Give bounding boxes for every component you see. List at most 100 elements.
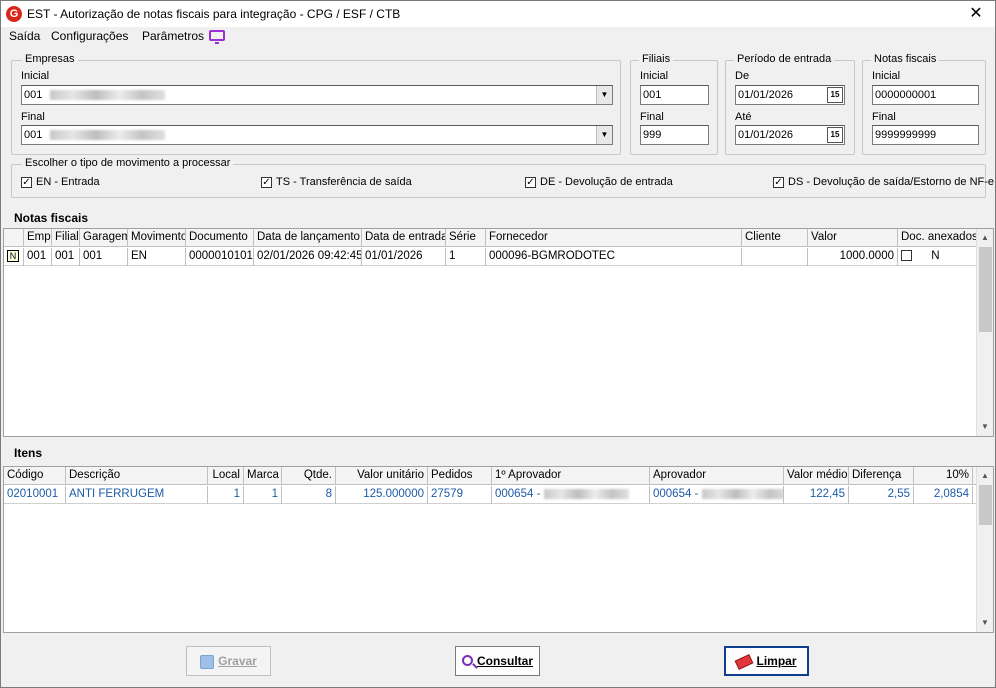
limpar-button[interactable]: Limpar [724,646,809,676]
eraser-icon [735,653,754,670]
col-header-fornecedor[interactable]: Fornecedor [486,229,742,247]
notas-table-row[interactable]: N 001 001 001 EN 0000010101 02/01/2026 0… [4,248,977,266]
col-header-emp[interactable]: Emp [24,229,52,247]
redacted-name [544,488,630,499]
calendar-icon[interactable]: 15 [827,87,843,103]
notas-grid: Emp Filial Garagem Movimento Documento D… [3,228,994,437]
check-icon[interactable]: ✓ [773,176,784,188]
cell-local[interactable]: 1 [208,486,244,504]
col-header-aprovador[interactable]: Aprovador [650,467,784,485]
scroll-down-icon[interactable]: ▼ [977,615,993,631]
cell-marca[interactable]: 1 [244,486,282,504]
col-header-pct[interactable]: 10% [914,467,973,485]
cell-descricao[interactable]: ANTI FERRUGEM [66,486,208,504]
checkbox-de[interactable]: ✓ DE - Devolução de entrada [525,176,673,188]
cell-codigo[interactable]: 02010001 [4,486,66,504]
close-icon[interactable]: ✕ [961,3,991,25]
consultar-button[interactable]: Consultar [455,646,540,676]
check-icon[interactable]: ✓ [525,176,536,188]
filial-final-input[interactable]: 999 [640,125,709,145]
calendar-icon[interactable]: 15 [827,127,843,143]
nota-final-input[interactable]: 9999999999 [872,125,979,145]
cell-doc-anexados[interactable]: N [898,248,977,266]
cell-valor-unitario[interactable]: 125.000000 [336,486,428,504]
col-header-codigo[interactable]: Código [4,467,66,485]
cell-valor[interactable]: 1000.0000 [808,248,898,266]
search-icon [461,655,473,667]
redacted-name [50,90,166,101]
cell-documento[interactable]: 0000010101 [186,248,254,266]
col-header-1o-aprovador[interactable]: 1º Aprovador [492,467,650,485]
col-header-data-entrada[interactable]: Data de entrada [362,229,446,247]
col-header-filial[interactable]: Filial [52,229,80,247]
col-header-pedidos[interactable]: Pedidos [428,467,492,485]
col-header-movimento[interactable]: Movimento [128,229,186,247]
col-header-valor-unitario[interactable]: Valor unitário [336,467,428,485]
nota-inicial-input[interactable]: 0000000001 [872,85,979,105]
cell-cliente[interactable] [742,248,808,266]
cell-fornecedor[interactable]: 000096-BGMRODOTEC [486,248,742,266]
scroll-down-icon[interactable]: ▼ [977,419,993,435]
chevron-down-icon[interactable]: ▼ [596,86,612,104]
checkbox-en[interactable]: ✓ EN - Entrada [21,176,100,188]
checkbox-ts[interactable]: ✓ TS - Transferência de saída [261,176,412,188]
scroll-up-icon[interactable]: ▲ [977,230,993,246]
notas-scrollbar[interactable]: ▲ ▼ [976,229,993,436]
menu-parametros[interactable]: Parâmetros [142,29,204,43]
scroll-thumb[interactable] [979,247,992,332]
check-icon[interactable]: ✓ [261,176,272,188]
col-header-data-lancamento[interactable]: Data de lançamento [254,229,362,247]
col-header-descricao[interactable]: Descrição [66,467,208,485]
gravar-button[interactable]: Gravar [186,646,271,676]
col-header-serie[interactable]: Série [446,229,486,247]
filial-inicial-input[interactable]: 001 [640,85,709,105]
doc-anexados-checkbox[interactable] [901,250,912,262]
scroll-thumb[interactable] [979,485,992,525]
empresa-final-select[interactable]: 001 ▼ [21,125,613,145]
empresa-inicial-select[interactable]: 001 ▼ [21,85,613,105]
filiais-legend: Filiais [639,53,674,65]
cell-data-entrada[interactable]: 01/01/2026 [362,248,446,266]
col-header-marca[interactable]: Marca [244,467,282,485]
cell-valor-medio[interactable]: 122,45 [784,486,849,504]
periodo-ate-input[interactable]: 01/01/2026 15 [735,125,845,145]
cell-garagem[interactable]: 001 [80,248,128,266]
cell-pedidos[interactable]: 27579 [428,486,492,504]
col-header-local[interactable]: Local [208,467,244,485]
cell-filial[interactable]: 001 [52,248,80,266]
monitor-icon[interactable] [209,30,225,44]
checkbox-ds[interactable]: ✓ DS - Devolução de saída/Estorno de NF-e [773,176,994,188]
check-icon[interactable]: ✓ [21,176,32,188]
menu-configuracoes[interactable]: Configurações [51,29,128,43]
col-header-garagem[interactable]: Garagem [80,229,128,247]
cell-data-lancamento[interactable]: 02/01/2026 09:42:45 [254,248,362,266]
cell-qtde[interactable]: 8 [282,486,336,504]
app-logo-icon: G [6,6,22,22]
cell-1o-aprovador[interactable]: 000654 - [492,486,650,504]
col-header-valor[interactable]: Valor [808,229,898,247]
cell-pct[interactable]: 2,0854 [914,486,973,504]
periodo-de-input[interactable]: 01/01/2026 15 [735,85,845,105]
row-selector[interactable]: N [4,248,24,266]
chevron-down-icon[interactable]: ▼ [596,126,612,144]
col-header-cliente[interactable]: Cliente [742,229,808,247]
cell-emp[interactable]: 001 [24,248,52,266]
empresa-final-label: Final [21,111,45,123]
col-header-documento[interactable]: Documento [186,229,254,247]
consultar-label: Consultar [476,654,533,668]
filial-inicial-label: Inicial [640,70,669,82]
col-header-doc-anexados[interactable]: Doc. anexados [898,229,977,247]
cell-serie[interactable]: 1 [446,248,486,266]
col-header-selector[interactable] [4,229,24,247]
itens-table-row[interactable]: 02010001 ANTI FERRUGEM 1 1 8 125.000000 … [4,486,977,504]
itens-scrollbar[interactable]: ▲ ▼ [976,467,993,632]
cell-diferenca[interactable]: 2,55 [849,486,914,504]
col-header-diferenca[interactable]: Diferença [849,467,914,485]
col-header-valor-medio[interactable]: Valor médio [784,467,849,485]
col-header-qtde[interactable]: Qtde. [282,467,336,485]
cell-aprovador[interactable]: 000654 - [650,486,784,504]
cell-movimento[interactable]: EN [128,248,186,266]
save-icon [200,654,215,669]
scroll-up-icon[interactable]: ▲ [977,468,993,484]
menu-saida[interactable]: Saída [9,29,40,43]
